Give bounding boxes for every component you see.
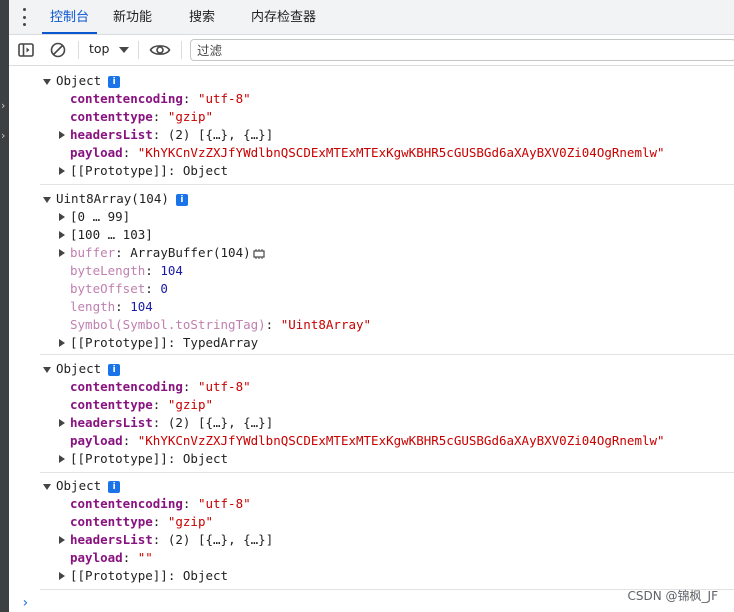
console-message: Object i contentencoding: "utf-8" content… (40, 360, 734, 473)
property-row: contenttype: "gzip" (70, 514, 214, 529)
context-label: top (89, 41, 110, 56)
expand-triangle-icon (59, 419, 65, 427)
memory-icon[interactable] (252, 248, 266, 259)
sidebar-toggle-icon[interactable] (17, 41, 35, 59)
clear-console-icon[interactable] (49, 41, 67, 59)
toolbar-divider (138, 41, 139, 59)
console-message: Object i contentencoding: "utf-8" content… (40, 477, 734, 590)
property-row: contentencoding: "utf-8" (70, 91, 251, 106)
left-gutter: › › (0, 0, 9, 612)
property-row: payload: "KhYKCnVzZXJfYWdlbnQSCDExMTExMT… (70, 145, 665, 160)
property-row: length: 104 (70, 299, 153, 314)
info-icon[interactable]: i (108, 363, 121, 376)
more-options-icon[interactable] (21, 8, 27, 26)
info-icon[interactable]: i (175, 193, 188, 206)
property-row: contentencoding: "utf-8" (70, 496, 251, 511)
console-message: Uint8Array(104) i [0 … 99] [100 … 103] bu… (40, 190, 734, 355)
property-row[interactable]: headersList: (2) [{…}, {…}] (40, 126, 734, 144)
object-header[interactable]: Object i (40, 477, 734, 495)
property-row[interactable]: [[Prototype]]: Object (40, 567, 734, 585)
watermark: CSDN @锦枫_JF (627, 589, 718, 603)
expand-triangle-icon (59, 213, 65, 221)
property-row: contenttype: "gzip" (70, 397, 214, 412)
property-row: byteLength: 104 (70, 263, 183, 278)
expand-triangle-icon (59, 231, 65, 239)
object-header[interactable]: Object i (40, 72, 734, 90)
expand-triangle-icon (59, 572, 65, 580)
property-row[interactable]: [[Prototype]]: Object (40, 450, 734, 468)
expand-triangle-icon (43, 196, 51, 203)
expand-triangle-icon (59, 167, 65, 175)
filter-box (190, 39, 734, 61)
property-row: contentencoding: "utf-8" (70, 379, 251, 394)
property-row: payload: "" (70, 550, 153, 565)
toolbar-divider (78, 41, 79, 59)
property-row: byteOffset: 0 (70, 281, 168, 296)
tab-console[interactable]: 控制台 (41, 0, 98, 34)
expand-triangle-icon (59, 249, 65, 257)
toolbar-divider (181, 41, 182, 59)
property-row[interactable]: [[Prototype]]: TypedArray (40, 334, 734, 352)
property-row[interactable]: headersList: (2) [{…}, {…}] (40, 531, 734, 549)
object-header[interactable]: Uint8Array(104) i (40, 190, 734, 208)
console-message: Object i contentencoding: "utf-8" content… (40, 72, 734, 185)
expand-triangle-icon (59, 339, 65, 347)
property-row[interactable]: [[Prototype]]: Object (40, 162, 734, 180)
devtools-tab-bar: 控制台 新功能 搜索 内存检查器 (9, 0, 734, 35)
console-toolbar: top (9, 35, 734, 66)
tab-whats-new[interactable]: 新功能 (113, 0, 152, 34)
property-row[interactable]: [100 … 103] (40, 226, 734, 244)
context-selector[interactable]: top (89, 41, 130, 56)
expand-triangle-icon (59, 455, 65, 463)
property-row[interactable]: headersList: (2) [{…}, {…}] (40, 414, 734, 432)
tab-memory-inspector[interactable]: 内存检查器 (251, 0, 316, 34)
console-output: Object i contentencoding: "utf-8" content… (9, 66, 734, 612)
chevron-right-icon[interactable]: › (1, 100, 5, 111)
expand-triangle-icon (43, 78, 51, 85)
property-row: payload: "KhYKCnVzZXJfYWdlbnQSCDExMTExMT… (70, 433, 665, 448)
object-header[interactable]: Object i (40, 360, 734, 378)
info-icon[interactable]: i (108, 480, 121, 493)
console-prompt[interactable]: › (21, 595, 29, 611)
info-icon[interactable]: i (108, 75, 121, 88)
expand-triangle-icon (43, 366, 51, 373)
filter-input[interactable] (195, 40, 719, 61)
expand-triangle-icon (59, 536, 65, 544)
tab-search[interactable]: 搜索 (189, 0, 215, 34)
property-row: contenttype: "gzip" (70, 109, 214, 124)
eye-icon[interactable] (149, 41, 171, 59)
expand-triangle-icon (59, 131, 65, 139)
property-row[interactable]: buffer: ArrayBuffer(104) (40, 244, 734, 262)
chevron-down-icon (119, 46, 130, 53)
property-row: Symbol(Symbol.toStringTag): "Uint8Array" (70, 317, 372, 332)
chevron-right-icon[interactable]: › (1, 130, 5, 141)
property-row[interactable]: [0 … 99] (40, 208, 734, 226)
expand-triangle-icon (43, 483, 51, 490)
